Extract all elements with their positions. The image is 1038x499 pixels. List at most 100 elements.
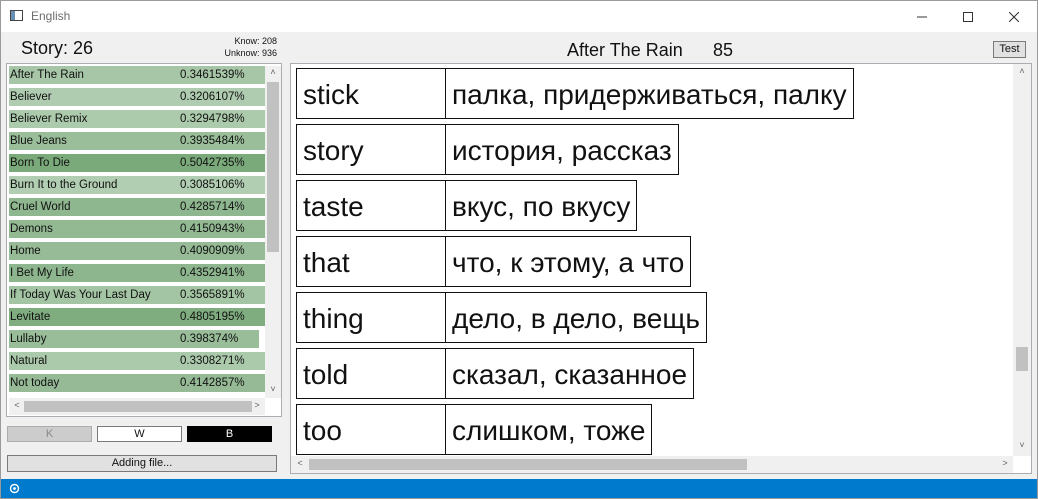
song-name: If Today Was Your Last Day bbox=[10, 289, 151, 301]
stats-block: Know: 208 Unknow: 936 bbox=[201, 35, 277, 59]
word-row[interactable]: too слишком, тоже bbox=[296, 404, 653, 455]
close-button[interactable] bbox=[991, 1, 1037, 32]
scroll-left-icon[interactable]: ˂ bbox=[9, 400, 25, 410]
song-list-items: After The Rain 0.3461539% Believer 0.320610… bbox=[9, 66, 265, 398]
story-count-label: Story: 26 bbox=[21, 38, 94, 58]
minimize-button[interactable] bbox=[899, 1, 945, 32]
word-list-horizontal-scrollbar[interactable]: ˂ ˃ bbox=[291, 456, 1013, 473]
filter-w-button[interactable]: W bbox=[97, 426, 182, 442]
song-name: Believer bbox=[10, 91, 52, 103]
song-known-ratio: 0.4090909% bbox=[180, 245, 245, 257]
song-known-ratio: 0.3308271% bbox=[180, 355, 245, 367]
current-song-count: 85 bbox=[713, 40, 734, 60]
song-known-ratio: 0.3206107% bbox=[180, 91, 245, 103]
song-list-item[interactable]: Levitate 0.4805195% bbox=[9, 308, 265, 326]
translation-cell: слишком, тоже bbox=[446, 404, 653, 455]
app-icon bbox=[10, 10, 23, 21]
word-row[interactable]: story история, рассказ bbox=[296, 124, 679, 175]
song-list-item[interactable]: Believer Remix 0.3294798% bbox=[9, 110, 265, 128]
word-row[interactable]: taste вкус, по вкусу bbox=[296, 180, 638, 231]
song-known-ratio: 0.4805195% bbox=[180, 311, 245, 323]
song-name: Demons bbox=[10, 223, 53, 235]
translation-cell: история, рассказ bbox=[446, 124, 679, 175]
scroll-right-icon[interactable]: ˃ bbox=[997, 458, 1013, 468]
word-cell: story bbox=[296, 124, 446, 175]
song-list-item[interactable]: I Bet My Life 0.4352941% bbox=[9, 264, 265, 282]
scroll-up-icon[interactable]: ˄ bbox=[1014, 66, 1030, 76]
song-list-item[interactable]: Cruel World 0.4285714% bbox=[9, 198, 265, 216]
scroll-right-icon[interactable]: ˃ bbox=[249, 400, 265, 410]
song-list-item[interactable]: Demons 0.4150943% bbox=[9, 220, 265, 238]
song-list-item[interactable]: Natural 0.3308271% bbox=[9, 352, 265, 370]
song-list-item[interactable]: Blue Jeans 0.3935484% bbox=[9, 132, 265, 150]
song-name: Lullaby bbox=[10, 333, 47, 345]
song-name: I Bet My Life bbox=[10, 267, 74, 279]
song-list-item[interactable]: Home 0.4090909% bbox=[9, 242, 265, 260]
add-file-button[interactable]: Adding file... bbox=[7, 455, 277, 472]
minimize-icon bbox=[917, 16, 927, 17]
song-list-item[interactable]: Lullaby 0.398374% bbox=[9, 330, 259, 348]
song-name: Home bbox=[10, 245, 41, 257]
filter-k-button[interactable]: K bbox=[7, 426, 92, 442]
song-name: Cruel World bbox=[10, 201, 71, 213]
song-list-scroll-thumb[interactable] bbox=[267, 82, 279, 252]
song-known-ratio: 0.5042735% bbox=[180, 157, 245, 169]
song-list-item[interactable]: Burn It to the Ground 0.3085106% bbox=[9, 176, 265, 194]
song-known-ratio: 0.4285714% bbox=[180, 201, 245, 213]
settings-icon[interactable] bbox=[9, 483, 20, 494]
song-name: Believer Remix bbox=[10, 113, 88, 125]
word-row[interactable]: thing дело, в дело, вещь bbox=[296, 292, 707, 343]
song-name: Not today bbox=[10, 377, 60, 389]
title-bar: English bbox=[1, 1, 1037, 32]
song-name: After The Rain bbox=[10, 69, 84, 81]
word-list-vertical-scrollbar[interactable]: ˄ ˅ bbox=[1013, 64, 1031, 456]
word-row[interactable]: told сказал, сказанное bbox=[296, 348, 695, 399]
scroll-up-icon[interactable]: ˄ bbox=[265, 67, 281, 77]
status-bar bbox=[1, 479, 1037, 498]
scroll-down-icon[interactable]: ˅ bbox=[1014, 440, 1030, 450]
song-known-ratio: 0.3085106% bbox=[180, 179, 245, 191]
close-icon bbox=[1009, 11, 1019, 22]
app-window: English Story: 26 Know: 208 Unknow: 936 … bbox=[0, 0, 1038, 499]
maximize-button[interactable] bbox=[945, 1, 991, 32]
translation-cell: вкус, по вкусу bbox=[446, 180, 638, 231]
song-list-hscroll-thumb[interactable] bbox=[24, 401, 252, 412]
song-known-ratio: 0.4150943% bbox=[180, 223, 245, 235]
song-known-ratio: 0.3294798% bbox=[180, 113, 245, 125]
song-list[interactable]: After The Rain 0.3461539% Believer 0.320610… bbox=[6, 63, 282, 417]
scroll-down-icon[interactable]: ˅ bbox=[265, 384, 281, 394]
song-known-ratio: 0.4142857% bbox=[180, 377, 245, 389]
song-known-ratio: 0.4352941% bbox=[180, 267, 245, 279]
word-cell: told bbox=[296, 348, 446, 399]
song-list-item[interactable]: After The Rain 0.3461539% bbox=[9, 66, 265, 84]
word-cell: stick bbox=[296, 68, 446, 119]
song-list-item[interactable]: Believer 0.3206107% bbox=[9, 88, 265, 106]
word-cell: thing bbox=[296, 292, 446, 343]
translation-cell: палка, придерживаться, палку bbox=[446, 68, 854, 119]
test-button[interactable]: Test bbox=[993, 41, 1026, 58]
song-known-ratio: 0.3565891% bbox=[180, 289, 245, 301]
song-list-item[interactable]: Born To Die 0.5042735% bbox=[9, 154, 265, 172]
word-list-panel[interactable]: stick палка, придерживаться, палку story ис… bbox=[290, 63, 1032, 474]
song-name: Natural bbox=[10, 355, 48, 367]
song-name: Born To Die bbox=[10, 157, 70, 169]
song-list-vertical-scrollbar[interactable]: ˄ ˅ bbox=[265, 66, 281, 398]
translation-cell: дело, в дело, вещь bbox=[446, 292, 707, 343]
song-name: Blue Jeans bbox=[10, 135, 67, 147]
unknow-count: Unknow: 936 bbox=[224, 48, 277, 58]
word-list-scroll-thumb[interactable] bbox=[1016, 347, 1028, 371]
song-list-item[interactable]: If Today Was Your Last Day 0.3565891% bbox=[9, 286, 265, 304]
word-row[interactable]: that что, к этому, а что bbox=[296, 236, 692, 287]
song-known-ratio: 0.3935484% bbox=[180, 135, 245, 147]
know-count: Know: 208 bbox=[234, 36, 277, 46]
current-song-title: After The Rain bbox=[567, 40, 683, 60]
song-list-item[interactable]: Not today 0.4142857% bbox=[9, 374, 265, 392]
word-list-hscroll-thumb[interactable] bbox=[309, 459, 747, 470]
scroll-left-icon[interactable]: ˂ bbox=[292, 458, 308, 468]
word-row[interactable]: stick палка, придерживаться, палку bbox=[296, 68, 854, 119]
word-cell: taste bbox=[296, 180, 446, 231]
filter-b-button[interactable]: B bbox=[187, 426, 272, 442]
song-list-horizontal-scrollbar[interactable]: ˂ ˃ bbox=[9, 398, 265, 415]
song-known-ratio: 0.3461539% bbox=[180, 69, 245, 81]
word-cell: too bbox=[296, 404, 446, 455]
